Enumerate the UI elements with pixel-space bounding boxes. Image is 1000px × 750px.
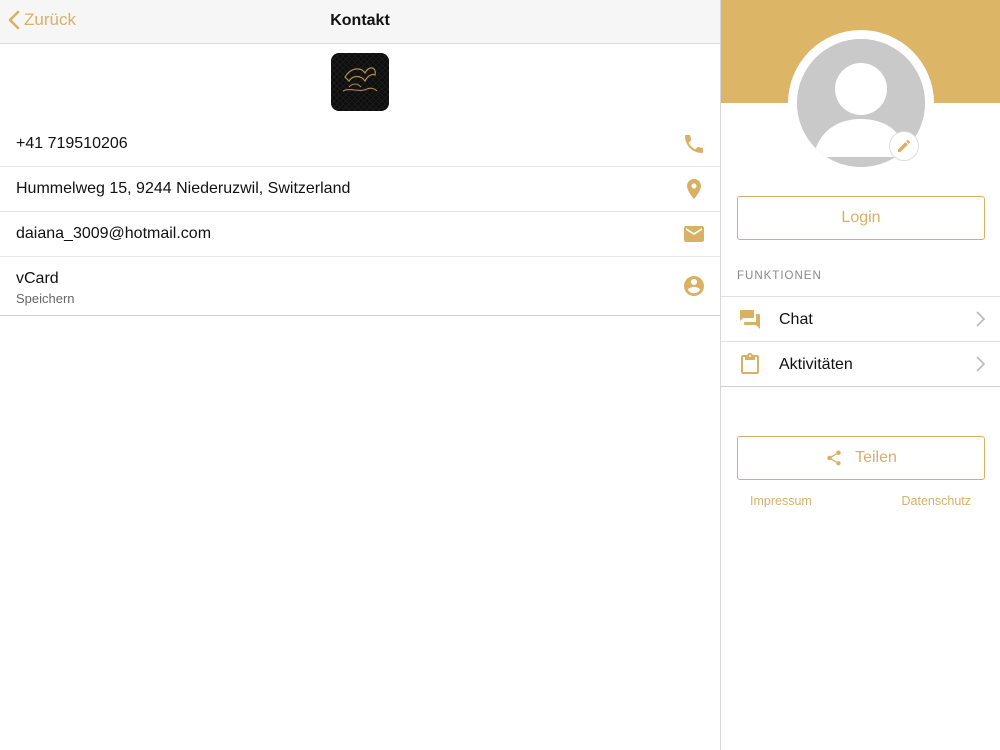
login-label: Login [841,209,881,226]
login-button[interactable]: Login [737,196,985,240]
clipboard-icon [741,353,759,374]
contact-panel: Zurück Kontakt +41 719510206 Hummelweg 1… [0,0,720,750]
edit-avatar-button[interactable] [889,131,919,161]
vcard-title: vCard [16,270,59,287]
map-pin-icon [687,179,701,199]
phone-icon [685,135,703,153]
page-title: Kontakt [330,12,390,29]
chevron-right-icon [976,311,985,327]
contact-list: +41 719510206 Hummelweg 15, 9244 Niederu… [0,122,720,316]
vcard-row[interactable]: vCard Speichern [0,257,720,316]
impressum-link[interactable]: Impressum [750,494,812,508]
function-menu: Chat Aktivitäten [721,296,1000,387]
menu-item-chat[interactable]: Chat [721,297,1000,342]
address-text: Hummelweg 15, 9244 Niederuzwil, Switzerl… [16,180,351,197]
menu-item-activities[interactable]: Aktivitäten [721,342,1000,387]
mail-icon [684,226,704,242]
navigation-bar: Zurück Kontakt [0,0,720,44]
email-row[interactable]: daiana_3009@hotmail.com [0,212,720,257]
phone-row[interactable]: +41 719510206 [0,122,720,167]
menu-item-label: Aktivitäten [779,356,853,373]
account-circle-icon [684,276,704,296]
phone-number: +41 719510206 [16,135,128,152]
email-text: daiana_3009@hotmail.com [16,225,212,242]
chat-icon [740,310,760,329]
share-icon [827,450,841,466]
section-title: FUNKTIONEN [737,270,822,282]
pencil-icon [898,140,910,152]
share-label: Teilen [855,449,897,466]
logo-emblem-icon [331,53,389,111]
vcard-subtitle: Speichern [16,291,75,306]
datenschutz-link[interactable]: Datenschutz [902,494,971,508]
chevron-right-icon [976,356,985,372]
address-row[interactable]: Hummelweg 15, 9244 Niederuzwil, Switzerl… [0,167,720,212]
menu-item-label: Chat [779,311,813,328]
share-button[interactable]: Teilen [737,436,985,480]
sidebar: Login FUNKTIONEN Chat Aktivitäten Teilen… [720,0,1000,750]
business-logo [331,53,389,111]
